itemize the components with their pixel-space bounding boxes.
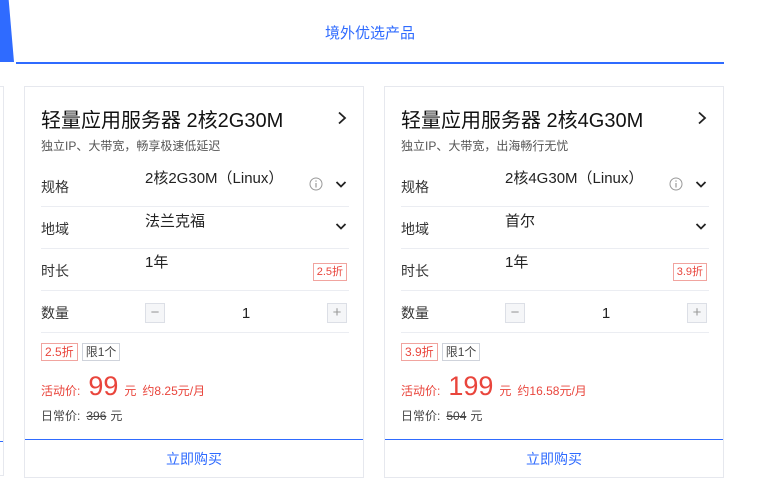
chevron-down-icon[interactable] (695, 220, 707, 232)
info-icon[interactable] (669, 177, 683, 191)
promo-price: 活动价: 99 元 约8.25元/月 (41, 371, 205, 401)
chevron-right-icon[interactable] (335, 111, 349, 125)
quantity-stepper: − + (505, 303, 707, 325)
region-select[interactable]: 首尔 (505, 207, 709, 247)
original-price: 日常价: 504 元 (401, 407, 482, 424)
original-price-label: 日常价: (401, 409, 441, 423)
region-label: 地域 (401, 221, 429, 237)
increment-button[interactable]: + (327, 303, 347, 323)
quantity-label: 数量 (41, 305, 69, 321)
duration-label: 时长 (41, 263, 69, 279)
original-price: 日常价: 396 元 (41, 407, 122, 424)
duration-row: 时长 1年 2.5折 (41, 249, 349, 291)
quantity-input[interactable] (531, 303, 681, 323)
promo-price-value: 99 (88, 371, 119, 401)
previous-tab-edge[interactable] (0, 0, 14, 62)
card-title: 轻量应用服务器 2核4G30M (401, 109, 644, 132)
quantity-row: 数量 − + (41, 291, 349, 333)
duration-row: 时长 1年 3.9折 (401, 249, 709, 291)
monthly-price: 约16.58元/月 (517, 384, 587, 398)
buy-now-label: 立即购买 (526, 450, 582, 467)
region-value: 首尔 (505, 213, 536, 230)
card-header-link[interactable]: 轻量应用服务器 2核4G30M (401, 103, 709, 133)
product-card: 轻量应用服务器 2核4G30M 独立IP、大带宽，出海畅行无忧 规格 2核4G3… (384, 86, 724, 478)
quantity-label: 数量 (401, 305, 429, 321)
limit-tag: 限1个 (81, 343, 121, 361)
promo-price: 活动价: 199 元 约16.58元/月 (401, 371, 587, 401)
card-header-link[interactable]: 轻量应用服务器 2核2G30M (41, 103, 349, 133)
original-price-value: 396 (86, 409, 107, 423)
spec-value: 2核2G30M（Linux） (145, 170, 284, 187)
spec-label: 规格 (401, 179, 429, 195)
chevron-down-icon[interactable] (695, 178, 707, 190)
chevron-down-icon[interactable] (335, 220, 347, 232)
spec-label: 规格 (41, 179, 69, 195)
card-title: 轻量应用服务器 2核2G30M (41, 109, 284, 132)
chevron-right-icon[interactable] (695, 111, 709, 125)
price-currency: 元 (124, 384, 137, 398)
buy-now-button[interactable]: 立即购买 (385, 439, 723, 477)
region-row: 地域 法兰克福 (41, 207, 349, 249)
duration-value: 1年 (505, 254, 529, 271)
section-tab[interactable]: 境外优选产品 (16, 0, 724, 64)
discount-tag: 2.5折 (41, 343, 78, 361)
promo-price-label: 活动价: (41, 384, 81, 398)
spec-row: 规格 2核4G30M（Linux） (401, 165, 709, 207)
spec-select[interactable]: 2核4G30M（Linux） (505, 165, 709, 205)
discount-badge: 3.9折 (672, 263, 707, 281)
decrement-button[interactable]: − (505, 303, 525, 323)
info-icon[interactable] (309, 177, 323, 191)
buy-now-button[interactable]: 立即购买 (25, 439, 363, 477)
spec-select[interactable]: 2核2G30M（Linux） (145, 165, 349, 205)
original-price-currency: 元 (110, 409, 123, 423)
buy-now-label: 立即购买 (166, 450, 222, 467)
discount-badge: 2.5折 (312, 263, 347, 281)
chevron-down-icon[interactable] (335, 178, 347, 190)
tag-list: 2.5折 限1个 (41, 343, 121, 361)
monthly-price: 约8.25元/月 (142, 384, 206, 398)
card-subtitle: 独立IP、大带宽，畅享极速低延迟 (41, 139, 221, 153)
region-label: 地域 (41, 221, 69, 237)
original-price-value: 504 (446, 409, 467, 423)
limit-tag: 限1个 (441, 343, 481, 361)
increment-button[interactable]: + (687, 303, 707, 323)
promo-price-value: 199 (448, 371, 494, 401)
price-currency: 元 (499, 384, 512, 398)
region-row: 地域 首尔 (401, 207, 709, 249)
discount-tag: 3.9折 (401, 343, 438, 361)
original-price-label: 日常价: (41, 409, 81, 423)
region-select[interactable]: 法兰克福 (145, 207, 349, 247)
quantity-stepper: − + (145, 303, 347, 325)
quantity-row: 数量 − + (401, 291, 709, 333)
promo-price-label: 活动价: (401, 384, 441, 398)
previous-card-edge (0, 86, 4, 476)
spec-row: 规格 2核2G30M（Linux） (41, 165, 349, 207)
product-card: 轻量应用服务器 2核2G30M 独立IP、大带宽，畅享极速低延迟 规格 2核2G… (24, 86, 364, 478)
section-title: 境外优选产品 (324, 24, 415, 42)
card-subtitle: 独立IP、大带宽，出海畅行无忧 (401, 139, 569, 153)
spec-value: 2核4G30M（Linux） (505, 170, 644, 187)
duration-value: 1年 (145, 254, 169, 271)
duration-label: 时长 (401, 263, 429, 279)
tag-list: 3.9折 限1个 (401, 343, 481, 361)
region-value: 法兰克福 (145, 213, 206, 230)
quantity-input[interactable] (171, 303, 321, 323)
decrement-button[interactable]: − (145, 303, 165, 323)
original-price-currency: 元 (470, 409, 483, 423)
